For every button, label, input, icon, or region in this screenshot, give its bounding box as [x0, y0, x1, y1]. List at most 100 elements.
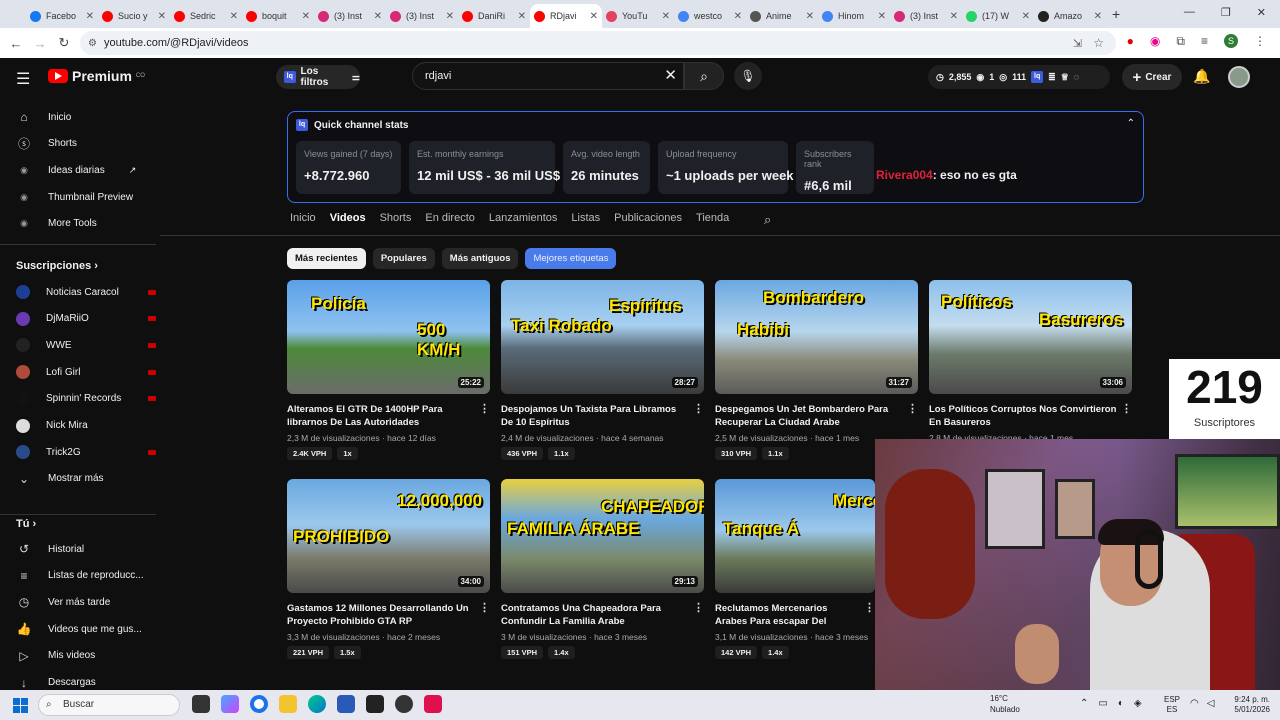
channel-tab[interactable]: Listas [571, 212, 600, 224]
video-card[interactable]: 12,000,000 PROHIBIDO 34:00 Gastamos 12 Mill… [287, 479, 490, 659]
youtube-premium-logo[interactable]: Premium CO [48, 68, 145, 84]
copilot-icon[interactable] [221, 695, 239, 713]
browser-tab[interactable]: Sucio y ✕ [98, 4, 170, 28]
sidebar-item[interactable]: ◉ More Tools [16, 213, 156, 235]
channel-tab[interactable]: Lanzamientos [489, 212, 558, 224]
sort-chip[interactable]: Populares [372, 248, 435, 269]
browser-tab[interactable]: (3) Inst ✕ [386, 4, 458, 28]
create-button[interactable]: + Crear [1122, 64, 1182, 90]
tab-close-icon[interactable]: ✕ [590, 11, 598, 22]
extensions-puzzle-icon[interactable]: ⧉ [1176, 34, 1185, 49]
minimize-icon[interactable]: — [1184, 6, 1195, 19]
sort-chip[interactable]: Mejores etiquetas [525, 248, 617, 269]
search-input[interactable]: rdjavi ✕ [412, 62, 684, 90]
video-thumbnail[interactable]: Taxi Robado Espíritus 28:27 [501, 280, 704, 394]
subscription-item[interactable]: Nick Mira [16, 415, 156, 437]
tab-close-icon[interactable]: ✕ [446, 11, 454, 22]
video-thumbnail[interactable]: Bombardero Habibi 31:27 [715, 280, 918, 394]
channel-tab[interactable]: Publicaciones [614, 212, 682, 224]
video-card[interactable]: Mercenario Tanque Á Reclutamos Mercenarios… [715, 479, 875, 659]
store-icon[interactable] [337, 695, 355, 713]
media-icon[interactable]: ≡ [1201, 34, 1208, 49]
maximize-icon[interactable]: ❐ [1221, 6, 1231, 19]
browser-tab[interactable]: Hinom ✕ [818, 4, 890, 28]
video-card[interactable]: FAMILIA ÁRABE CHAPEADORA 29:13 Contratamos … [501, 479, 704, 659]
tab-close-icon[interactable]: ✕ [950, 11, 958, 22]
channel-search-icon[interactable]: ⌕ [764, 212, 771, 228]
video-thumbnail[interactable]: 12,000,000 PROHIBIDO 34:00 [287, 479, 490, 593]
video-card[interactable]: Bombardero Habibi 31:27 Despegamos Un Jet B… [715, 280, 918, 460]
video-title[interactable]: Contratamos Una Chapeadora Para Confundi… [501, 602, 704, 628]
browser-tab[interactable]: DaniRi ✕ [458, 4, 530, 28]
tab-close-icon[interactable]: ✕ [86, 11, 94, 22]
tab-close-icon[interactable]: ✕ [1094, 11, 1102, 22]
file-explorer-icon[interactable] [279, 695, 297, 713]
tab-close-icon[interactable]: ✕ [878, 11, 886, 22]
subscription-item[interactable]: Trick2G [16, 441, 156, 463]
volume-icon[interactable]: ◁ [1207, 698, 1215, 709]
browser-tab[interactable]: Sedric ✕ [170, 4, 242, 28]
video-thumbnail[interactable]: Mercenario Tanque Á [715, 479, 875, 593]
edge-icon[interactable] [308, 695, 326, 713]
channel-tab[interactable]: Tienda [696, 212, 729, 224]
video-title[interactable]: Gastamos 12 Millones Desarrollando Un Pr… [287, 602, 490, 628]
language-indicator[interactable]: ESP ES [1164, 695, 1180, 715]
you-header[interactable]: Tú › [16, 518, 36, 530]
tray-chevron-icon[interactable]: ⌃ [1080, 698, 1088, 709]
chrome-icon[interactable] [250, 695, 268, 713]
notifications-bell-icon[interactable]: 🔔 [1193, 68, 1210, 85]
forward-icon[interactable]: → [28, 36, 52, 51]
video-card[interactable]: Taxi Robado Espíritus 28:27 Despojamos Un T… [501, 280, 704, 460]
tab-close-icon[interactable]: ✕ [1022, 11, 1030, 22]
browser-tab[interactable]: westco ✕ [674, 4, 746, 28]
tab-close-icon[interactable]: ✕ [734, 11, 742, 22]
taskbar-search[interactable]: ⌕ Buscar [38, 694, 180, 716]
browser-tab[interactable]: Facebo ✕ [26, 4, 98, 28]
tab-close-icon[interactable]: ✕ [374, 11, 382, 22]
video-title[interactable]: Reclutamos Mercenarios Arabes Para escap… [715, 602, 875, 628]
video-card[interactable]: Políticos Basureros 33:06 Los Políticos Cor… [929, 280, 1132, 443]
video-title[interactable]: Despegamos Un Jet Bombardero Para Recupe… [715, 403, 918, 429]
browser-tab[interactable]: Amazo ✕ [1034, 4, 1106, 28]
browser-tab[interactable]: (3) Inst ✕ [314, 4, 386, 28]
more-options-icon[interactable]: ⋮ [693, 602, 704, 615]
you-item[interactable]: ↺ Historial [16, 538, 156, 560]
sort-chip[interactable]: Más antiguos [441, 248, 519, 269]
more-options-icon[interactable]: ⋮ [479, 602, 490, 615]
bookmark-star-icon[interactable]: ☆ [1093, 36, 1104, 50]
extension-red-icon[interactable]: ● [1127, 34, 1134, 49]
site-info-icon[interactable]: ⚙ [88, 38, 97, 49]
you-item[interactable]: ▷ Mis videos [16, 645, 156, 667]
more-options-icon[interactable]: ⋮ [1121, 403, 1132, 416]
tiktok-icon[interactable] [424, 695, 442, 713]
video-thumbnail[interactable]: Políticos Basureros 33:06 [929, 280, 1132, 394]
you-item[interactable]: ≡ Listas de reproducc... [16, 565, 156, 587]
browser-tab[interactable]: Anime ✕ [746, 4, 818, 28]
taskbar-clock[interactable]: 9:24 p. m. 5/01/2026 [1222, 695, 1270, 715]
subscription-item[interactable]: Noticias Caracol [16, 281, 156, 303]
more-options-icon[interactable]: ⋮ [907, 403, 918, 416]
back-icon[interactable]: ← [4, 36, 28, 51]
tab-close-icon[interactable]: ✕ [518, 11, 526, 22]
video-title[interactable]: Despojamos Un Taxista Para Libramos De 1… [501, 403, 704, 429]
video-title[interactable]: Los Políticos Corruptos Nos Convirtieron… [929, 403, 1132, 429]
url-field[interactable]: ⚙ youtube.com/@RDjavi/videos ⇲ ☆ [80, 31, 1116, 55]
tab-close-icon[interactable]: ✕ [158, 11, 166, 22]
video-thumbnail[interactable]: Policía 500 KM/H 25:22 [287, 280, 490, 394]
subscription-item[interactable]: Lofi Girl [16, 361, 156, 383]
more-options-icon[interactable]: ⋮ [479, 403, 490, 416]
browser-tab[interactable]: boquit ✕ [242, 4, 314, 28]
tray-app-icon[interactable]: ▭ [1098, 698, 1107, 709]
tray-app-icon[interactable]: ◐ [1118, 698, 1124, 709]
tab-close-icon[interactable]: ✕ [806, 11, 814, 22]
subscription-item[interactable]: DjMaRiiO [16, 308, 156, 330]
channel-tab[interactable]: En directo [425, 212, 475, 224]
account-avatar[interactable] [1228, 66, 1250, 88]
clear-search-icon[interactable]: ✕ [664, 63, 677, 89]
tab-close-icon[interactable]: ✕ [230, 11, 238, 22]
collapse-chevron-icon[interactable]: ⌃ [1127, 118, 1135, 129]
install-icon[interactable]: ⇲ [1073, 37, 1082, 50]
sidebar-item[interactable]: ⌂ Inicio [16, 106, 156, 128]
browser-tab[interactable]: (17) W ✕ [962, 4, 1034, 28]
sidebar-item[interactable]: ◉ Thumbnail Preview [16, 186, 156, 208]
